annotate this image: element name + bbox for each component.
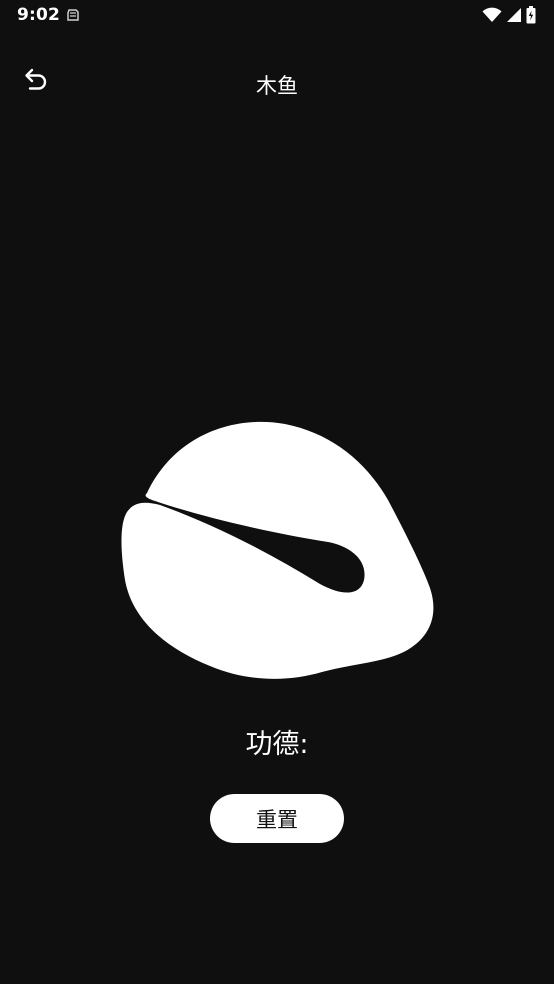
cellular-signal-icon: [506, 7, 522, 27]
status-bar: 9:02: [0, 0, 554, 32]
wooden-fish-icon: [121, 421, 434, 679]
status-icons: [482, 6, 536, 28]
notification-icon: [66, 7, 80, 27]
wooden-fish-button[interactable]: [120, 420, 434, 680]
wifi-icon: [482, 7, 502, 27]
merit-counter: 功德:: [245, 729, 309, 760]
battery-icon: [526, 6, 536, 28]
reset-button[interactable]: 重置: [210, 794, 344, 843]
app-bar: 木鱼: [0, 56, 554, 112]
page-title: 木鱼: [256, 74, 298, 98]
reset-button-label: 重置: [256, 807, 298, 832]
status-time: 9:02: [17, 5, 61, 25]
